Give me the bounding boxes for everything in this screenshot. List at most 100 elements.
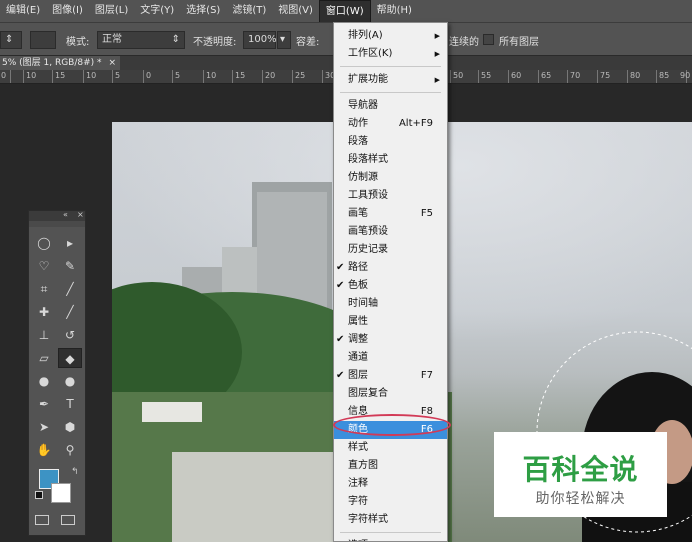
- tool-preset-picker[interactable]: ⇕: [0, 31, 22, 49]
- background-color-swatch[interactable]: [51, 483, 71, 503]
- menu-item-24[interactable]: 注释: [334, 475, 447, 493]
- menu-item-16[interactable]: ✔ 调整: [334, 331, 447, 349]
- window-menu-dropdown: 排列(A) ▶ 工作区(K) ▶ 扩展功能 ▶ 导航器动作 Alt+F9 段落段落样式仿制源 工具…: [333, 22, 448, 542]
- tools-panel: « × ◯ ▸ ♡ ✎ ⌗ ╱ ✚ ╱ ⊥ ↺ ▱ ◆ ● ● ✒ T ➤ ⬢ …: [28, 210, 86, 536]
- menu-item-19[interactable]: 图层复合: [334, 385, 447, 403]
- opacity-label: 不透明度:: [193, 37, 237, 48]
- lasso-icon[interactable]: ♡: [32, 256, 56, 276]
- menu-separator: [340, 66, 441, 67]
- ruler-label: 0: [146, 71, 152, 80]
- menu-item-label: 直方图: [348, 460, 378, 471]
- pen-icon[interactable]: ✒: [32, 394, 56, 414]
- menu-item-7[interactable]: 仿制源: [334, 169, 447, 187]
- all-layers-checkbox[interactable]: [483, 34, 494, 45]
- menu-item-23[interactable]: 直方图: [334, 457, 447, 475]
- checkmark-icon: ✔: [336, 280, 345, 291]
- menu-item-6[interactable]: 段落样式: [334, 151, 447, 169]
- menu-edit[interactable]: 编辑(E): [0, 0, 46, 22]
- menu-item-2[interactable]: 扩展功能 ▶: [334, 71, 447, 89]
- menu-window[interactable]: 窗口(W): [318, 0, 371, 22]
- move-icon[interactable]: ▸: [58, 233, 82, 253]
- menu-item-8[interactable]: 工具预设: [334, 187, 447, 205]
- shape-icon[interactable]: ⬢: [58, 417, 82, 437]
- menu-item-0[interactable]: 排列(A) ▶: [334, 27, 447, 45]
- swap-colors-icon[interactable]: ↰: [71, 467, 79, 477]
- menu-item-12[interactable]: ✔ 路径: [334, 259, 447, 277]
- panel-grip[interactable]: [29, 221, 85, 227]
- ruler-label: 80: [630, 71, 641, 80]
- elliptical-marquee-icon[interactable]: ◯: [32, 233, 56, 253]
- opacity-input[interactable]: 100%: [243, 31, 277, 49]
- close-icon[interactable]: ×: [108, 56, 116, 70]
- mode-select[interactable]: 正常 ⇕: [97, 31, 185, 49]
- tool-mode-picker[interactable]: [30, 31, 56, 49]
- menu-item-label: 字符: [348, 496, 368, 507]
- menu-item-label: 图层: [348, 370, 368, 381]
- tools-panel-header[interactable]: « ×: [29, 210, 85, 221]
- eraser-icon[interactable]: ▱: [32, 348, 56, 368]
- blur-icon[interactable]: ●: [32, 371, 56, 391]
- menu-item-label: 动作: [348, 118, 368, 129]
- menu-item-25[interactable]: 字符: [334, 493, 447, 511]
- eyedropper-icon[interactable]: ╱: [58, 279, 82, 299]
- tolerance-label: 容差:: [296, 37, 320, 48]
- type-icon[interactable]: T: [58, 394, 82, 414]
- quick-selection-icon[interactable]: ✎: [58, 256, 82, 276]
- dodge-icon[interactable]: ●: [58, 371, 82, 391]
- menu-item-14[interactable]: 时间轴: [334, 295, 447, 313]
- path-selection-icon[interactable]: ➤: [32, 417, 56, 437]
- menu-layer[interactable]: 图层(L): [89, 0, 134, 22]
- menu-item-10[interactable]: 画笔预设: [334, 223, 447, 241]
- menu-item-1[interactable]: 工作区(K) ▶: [334, 45, 447, 63]
- opacity-dropdown-button[interactable]: ▾: [277, 31, 291, 49]
- contiguous-label: 连续的: [449, 37, 479, 48]
- menu-item-9[interactable]: 画笔 F5: [334, 205, 447, 223]
- menu-help[interactable]: 帮助(H): [371, 0, 418, 22]
- menu-item-18[interactable]: ✔ 图层 F7: [334, 367, 447, 385]
- menu-item-13[interactable]: ✔ 色板: [334, 277, 447, 295]
- menu-view[interactable]: 视图(V): [272, 0, 319, 22]
- menu-item-3[interactable]: 导航器: [334, 97, 447, 115]
- menu-type[interactable]: 文字(Y): [134, 0, 180, 22]
- zoom-icon[interactable]: ⚲: [58, 440, 82, 460]
- ruler-label: 5: [115, 71, 121, 80]
- quick-mask-icon[interactable]: [35, 515, 49, 525]
- healing-brush-icon[interactable]: ✚: [32, 302, 56, 322]
- menu-item-11[interactable]: 历史记录: [334, 241, 447, 259]
- menu-select[interactable]: 选择(S): [180, 0, 226, 22]
- ruler-label: 65: [541, 71, 552, 80]
- submenu-arrow-icon: ▶: [434, 32, 440, 40]
- document-tab[interactable]: 5% (图层 1, RGB/8#) * ×: [0, 56, 120, 70]
- menu-item-label: 导航器: [348, 100, 378, 111]
- clone-stamp-icon[interactable]: ⊥: [32, 325, 56, 345]
- menu-item-5[interactable]: 段落: [334, 133, 447, 151]
- menu-item-label: 路径: [348, 262, 368, 273]
- menu-item-label: 样式: [348, 442, 368, 453]
- hand-icon[interactable]: ✋: [32, 440, 56, 460]
- screen-mode-icon[interactable]: [61, 515, 75, 525]
- menu-item-27[interactable]: ✔ 选项: [334, 537, 447, 541]
- paint-bucket-icon[interactable]: ◆: [58, 348, 82, 368]
- menu-item-22[interactable]: 样式: [334, 439, 447, 457]
- menu-item-15[interactable]: 属性: [334, 313, 447, 331]
- menu-separator: [340, 92, 441, 93]
- crop-icon[interactable]: ⌗: [32, 279, 56, 299]
- ruler-label: 25: [295, 71, 306, 80]
- menu-filter[interactable]: 滤镜(T): [226, 0, 272, 22]
- menu-item-label: 属性: [348, 316, 368, 327]
- close-icon[interactable]: ×: [77, 210, 84, 219]
- menu-item-label: 段落样式: [348, 154, 388, 165]
- menu-image[interactable]: 图像(I): [46, 0, 89, 22]
- ruler-label: 20: [265, 71, 276, 80]
- history-brush-icon[interactable]: ↺: [58, 325, 82, 345]
- default-colors-icon[interactable]: [35, 491, 43, 499]
- collapse-icon[interactable]: «: [63, 210, 68, 219]
- brush-icon[interactable]: ╱: [58, 302, 82, 322]
- menu-item-4[interactable]: 动作 Alt+F9: [334, 115, 447, 133]
- menu-item-shortcut: Alt+F9: [398, 118, 433, 129]
- watermark-title: 百科全说: [522, 453, 639, 486]
- menu-item-26[interactable]: 字符样式: [334, 511, 447, 529]
- menu-item-shortcut: F7: [420, 370, 433, 381]
- ruler-label: 10: [86, 71, 97, 80]
- menu-item-17[interactable]: 通道: [334, 349, 447, 367]
